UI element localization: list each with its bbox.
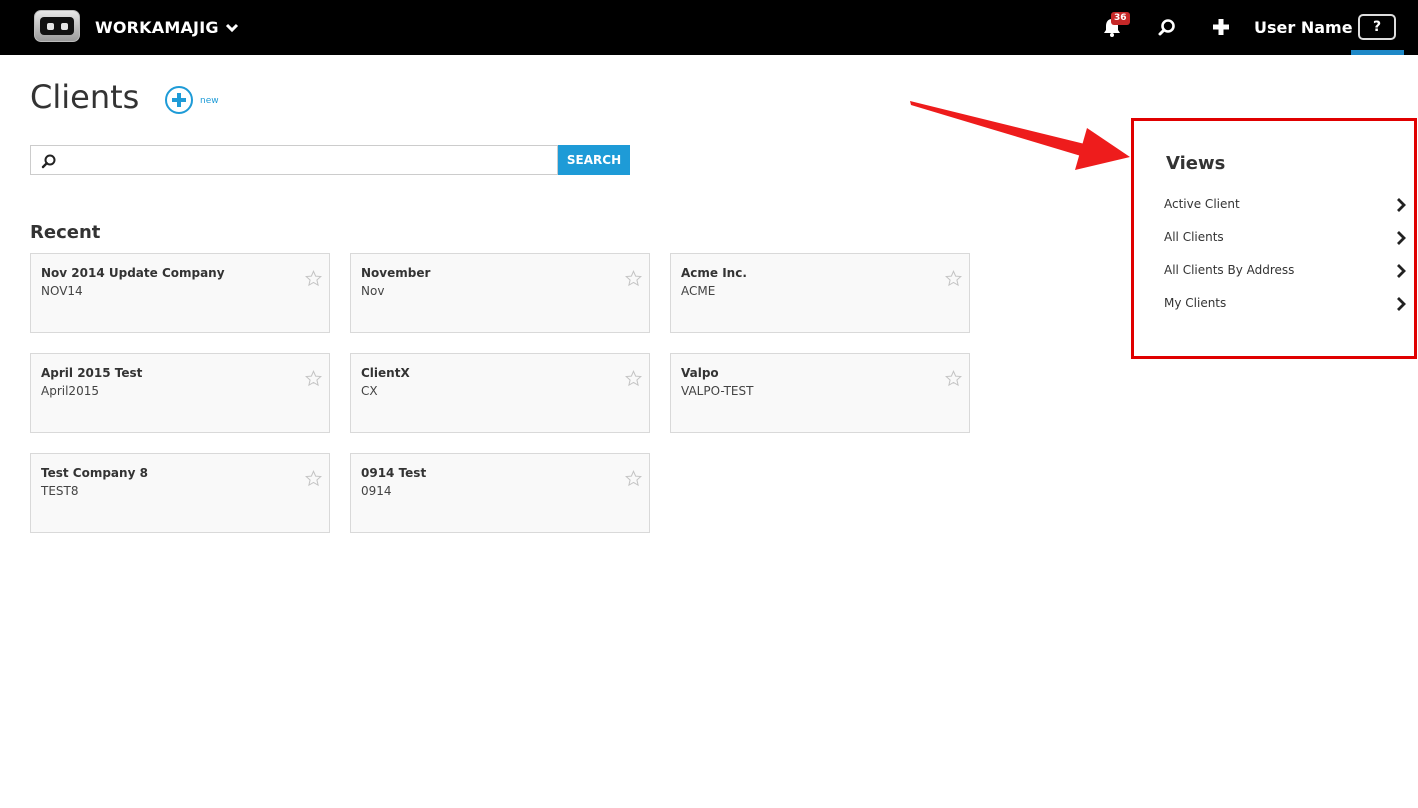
client-code: NOV14 <box>41 284 83 298</box>
logo-eye-right <box>61 23 68 30</box>
view-item-label: Active Client <box>1164 197 1240 211</box>
client-card[interactable]: Acme Inc. ACME <box>670 253 970 333</box>
client-name: 0914 Test <box>361 466 427 480</box>
help-icon: ? <box>1372 19 1382 35</box>
client-code: ACME <box>681 284 716 298</box>
page-title: Clients <box>30 78 140 116</box>
search-button[interactable]: SEARCH <box>558 145 630 175</box>
client-name: April 2015 Test <box>41 366 143 380</box>
recent-section-title: Recent <box>30 222 101 243</box>
client-card[interactable]: Valpo VALPO-TEST <box>670 353 970 433</box>
chevron-right-icon <box>1397 264 1406 278</box>
search-icon[interactable] <box>1156 16 1178 38</box>
annotation-arrow <box>910 101 1130 170</box>
new-client-button[interactable]: new <box>165 86 219 114</box>
top-navigation-bar: WORKAMAJIG 36 User Name ? <box>0 0 1418 55</box>
view-item-label: All Clients By Address <box>1164 263 1295 277</box>
client-name: ClientX <box>361 366 410 380</box>
robot-logo-icon[interactable] <box>34 10 80 42</box>
brand-label: WORKAMAJIG <box>95 18 219 37</box>
plus-icon[interactable] <box>1210 16 1232 38</box>
search-icon <box>41 154 56 169</box>
search-input[interactable] <box>61 148 551 172</box>
client-code: Nov <box>361 284 385 298</box>
client-code: CX <box>361 384 378 398</box>
views-panel: Views Active Client All Clients All Clie… <box>1131 118 1417 359</box>
client-code: VALPO-TEST <box>681 384 754 398</box>
client-code: April2015 <box>41 384 99 398</box>
views-title: Views <box>1166 153 1226 174</box>
client-code: 0914 <box>361 484 392 498</box>
client-search-field <box>30 145 558 175</box>
star-icon[interactable] <box>625 470 642 487</box>
client-card[interactable]: 0914 Test 0914 <box>350 453 650 533</box>
view-item-label: All Clients <box>1164 230 1224 244</box>
chevron-down-icon <box>225 23 238 32</box>
view-item-all-clients-by-address[interactable]: All Clients By Address <box>1164 263 1406 296</box>
client-card[interactable]: November Nov <box>350 253 650 333</box>
user-name-menu[interactable]: User Name <box>1254 18 1353 37</box>
star-icon[interactable] <box>945 270 962 287</box>
view-item-all-clients[interactable]: All Clients <box>1164 230 1406 263</box>
client-card[interactable]: ClientX CX <box>350 353 650 433</box>
new-label: new <box>200 96 219 106</box>
chevron-right-icon <box>1397 297 1406 311</box>
client-card[interactable]: Nov 2014 Update Company NOV14 <box>30 253 330 333</box>
star-icon[interactable] <box>625 370 642 387</box>
chevron-right-icon <box>1397 198 1406 212</box>
help-active-indicator <box>1351 50 1404 55</box>
notification-badge: 36 <box>1111 12 1130 25</box>
view-item-label: My Clients <box>1164 296 1227 310</box>
client-name: November <box>361 266 431 280</box>
views-list: Active Client All Clients All Clients By… <box>1164 197 1406 329</box>
client-card[interactable]: Test Company 8 TEST8 <box>30 453 330 533</box>
star-icon[interactable] <box>305 270 322 287</box>
client-name: Valpo <box>681 366 719 380</box>
brand-menu[interactable]: WORKAMAJIG <box>95 18 239 37</box>
client-name: Acme Inc. <box>681 266 747 280</box>
client-card[interactable]: April 2015 Test April2015 <box>30 353 330 433</box>
chevron-right-icon <box>1397 231 1406 245</box>
help-button[interactable]: ? <box>1358 14 1396 40</box>
logo-eye-left <box>47 23 54 30</box>
view-item-active-client[interactable]: Active Client <box>1164 197 1406 230</box>
star-icon[interactable] <box>305 470 322 487</box>
client-name: Test Company 8 <box>41 466 148 480</box>
star-icon[interactable] <box>305 370 322 387</box>
client-code: TEST8 <box>41 484 79 498</box>
star-icon[interactable] <box>945 370 962 387</box>
add-circle-icon <box>165 86 193 114</box>
client-name: Nov 2014 Update Company <box>41 266 225 280</box>
recent-clients-grid: Nov 2014 Update Company NOV14 November N… <box>30 253 990 533</box>
star-icon[interactable] <box>625 270 642 287</box>
view-item-my-clients[interactable]: My Clients <box>1164 296 1406 329</box>
